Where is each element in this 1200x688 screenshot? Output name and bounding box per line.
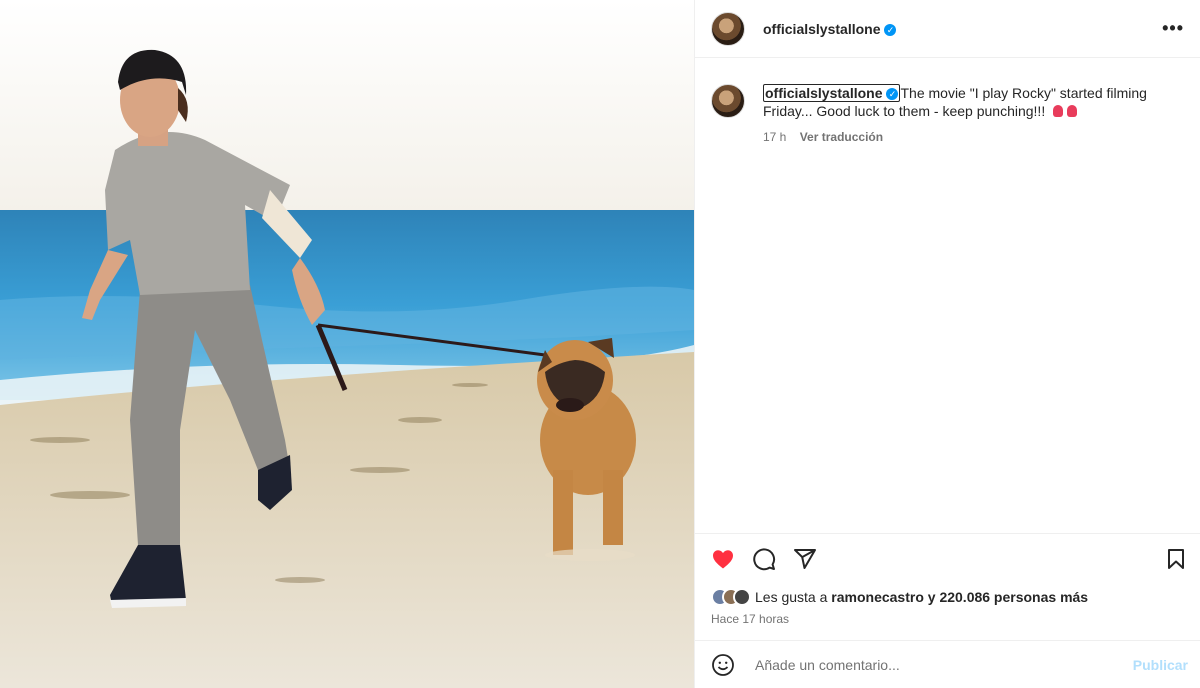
boxing-glove-emoji: [1067, 105, 1078, 117]
verified-icon: ✓: [884, 23, 897, 36]
caption: officialslystallone ✓ The movie "I play Ro…: [711, 84, 1187, 146]
verified-icon: ✓: [886, 88, 899, 100]
caption-body: officialslystallone ✓ The movie "I play Ro…: [763, 84, 1163, 146]
publish-button[interactable]: Publicar: [1133, 657, 1188, 673]
caption-username-text[interactable]: officialslystallone: [765, 85, 882, 101]
emoji-icon[interactable]: [711, 653, 735, 677]
likes-row: Les gusta a ramonecastro y 220.086 perso…: [695, 584, 1200, 610]
likes-prefix: Les gusta a: [755, 589, 832, 605]
comment-bar: Publicar: [695, 640, 1200, 688]
more-icon[interactable]: •••: [1162, 18, 1184, 39]
post-header: officialslystallone ✓ •••: [695, 0, 1200, 58]
translate-link[interactable]: Ver traducción: [800, 130, 883, 144]
comment-icon[interactable]: [752, 547, 776, 571]
comment-input[interactable]: [753, 655, 1133, 674]
caption-meta: 17 h Ver traducción: [763, 128, 1163, 146]
likes-text[interactable]: Les gusta a ramonecastro y 220.086 perso…: [755, 589, 1088, 605]
post-panel: officialslystallone ✓ ••• officialslystal…: [694, 0, 1200, 688]
post-viewer: officialslystallone ✓ ••• officialslystal…: [0, 0, 1200, 688]
post-photo[interactable]: [0, 0, 694, 688]
bookmark-icon[interactable]: [1164, 547, 1188, 571]
caption-time: 17 h: [763, 130, 787, 144]
caption-avatar[interactable]: [711, 84, 745, 118]
heart-icon[interactable]: [711, 547, 735, 571]
likes-user[interactable]: ramonecastro: [831, 589, 924, 605]
action-bar: [695, 534, 1200, 584]
post-time[interactable]: Hace 17 horas: [695, 612, 1200, 626]
author-username[interactable]: officialslystallone ✓: [763, 21, 897, 37]
liker-avatar[interactable]: [733, 588, 751, 606]
share-icon[interactable]: [793, 547, 817, 571]
boxing-glove-emoji: [1053, 105, 1064, 117]
author-username-text[interactable]: officialslystallone: [763, 21, 880, 37]
post-actions-area: Les gusta a ramonecastro y 220.086 perso…: [695, 533, 1200, 626]
author-avatar[interactable]: [711, 11, 745, 46]
likes-suffix[interactable]: y 220.086 personas más: [924, 589, 1088, 605]
beach-photo: [0, 0, 694, 688]
caption-username[interactable]: officialslystallone ✓: [763, 84, 901, 102]
